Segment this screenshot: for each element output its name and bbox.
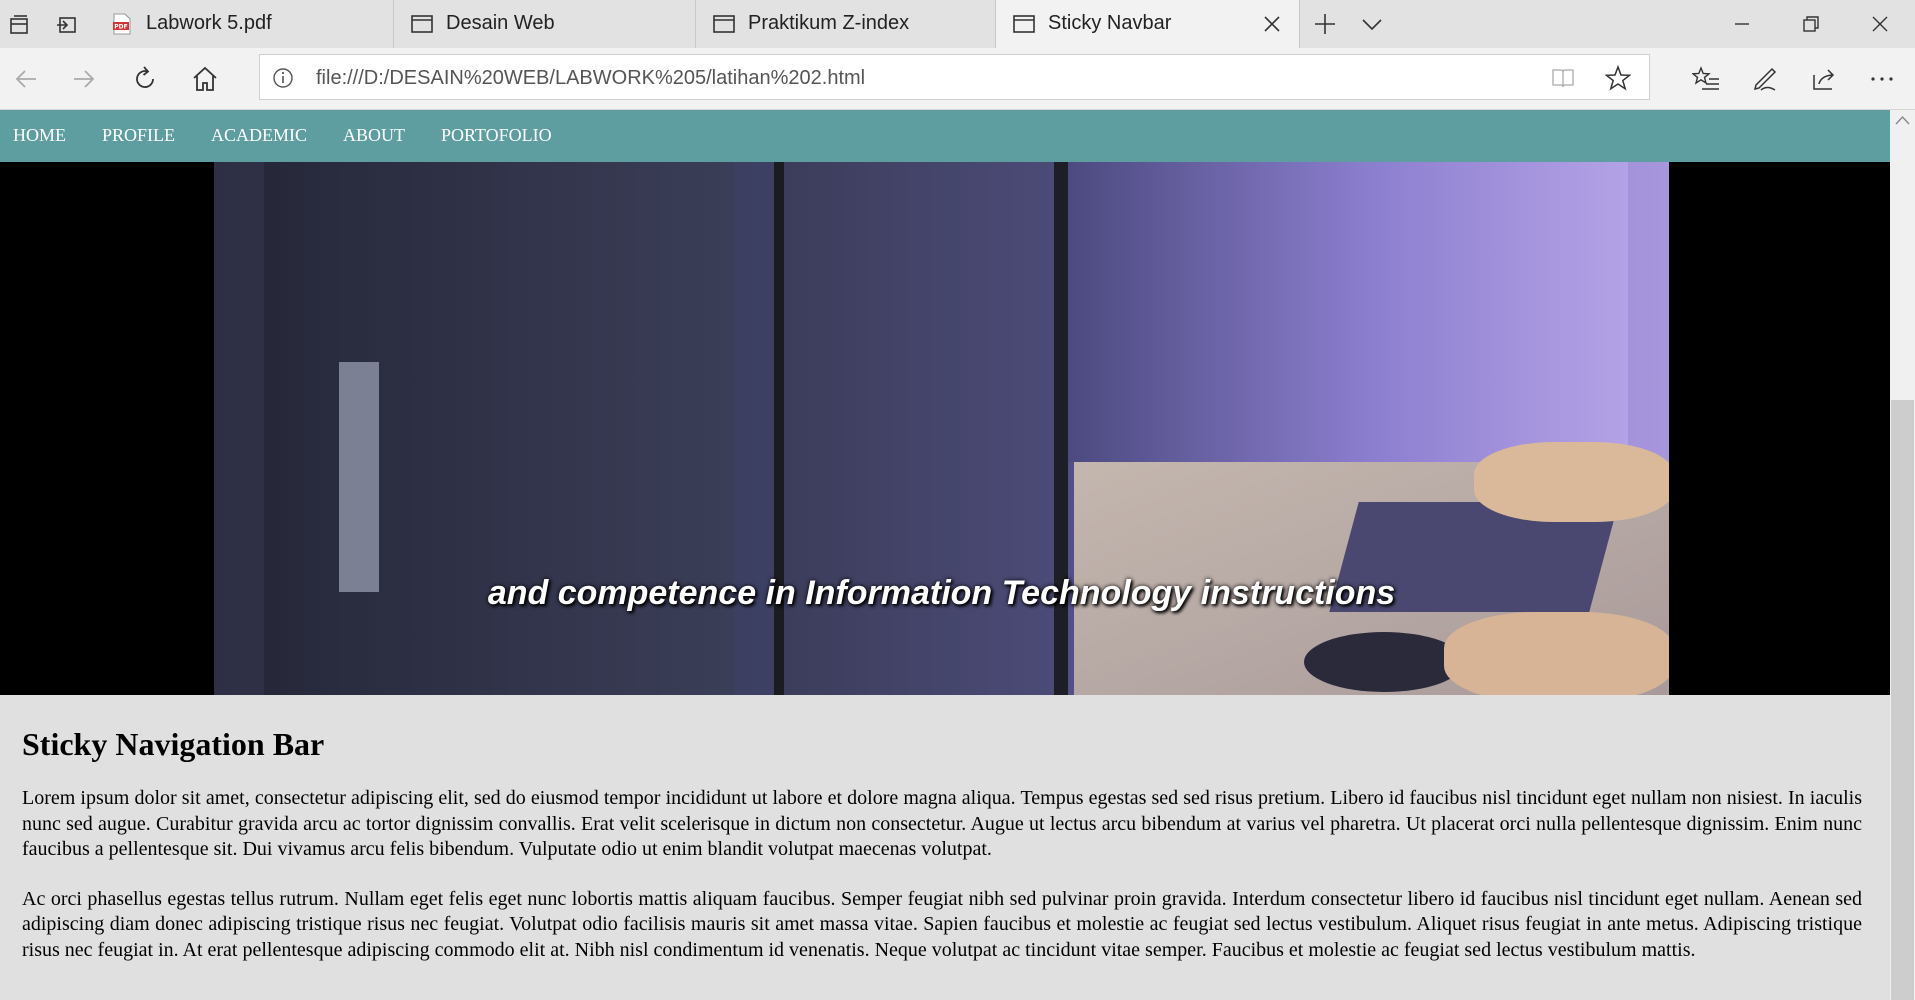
monitor-shape (774, 162, 784, 695)
minimize-icon[interactable] (1730, 12, 1754, 36)
paragraph: Ac orci phasellus egestas tellus rutrum.… (22, 887, 1862, 961)
video-frame: and competence in Information Technology… (214, 162, 1669, 695)
page-icon (411, 15, 433, 33)
tab-label: Desain Web (446, 12, 555, 34)
info-icon[interactable] (272, 67, 294, 89)
address-toolbar: file:///D:/DESAIN%20WEB/LABWORK%205/lati… (0, 48, 1915, 110)
refresh-icon[interactable] (131, 65, 159, 93)
paragraph: Lorem ipsum dolor sit amet, consectetur … (22, 787, 1862, 860)
tab-sticky-navbar[interactable]: Sticky Navbar (996, 0, 1300, 48)
video-player[interactable]: and competence in Information Technology… (0, 162, 1890, 695)
share-icon[interactable] (1810, 65, 1838, 93)
monitor-shape (1054, 162, 1068, 695)
article: Sticky Navigation Bar Lorem ipsum dolor … (22, 726, 1862, 963)
page-title: Sticky Navigation Bar (22, 726, 325, 762)
address-bar[interactable]: file:///D:/DESAIN%20WEB/LABWORK%205/lati… (259, 54, 1650, 100)
close-window-icon[interactable] (1868, 12, 1892, 36)
favorite-star-icon[interactable] (1605, 65, 1631, 91)
pen-icon[interactable] (1751, 65, 1779, 93)
hand-shape (1474, 442, 1669, 522)
forward-icon[interactable] (70, 65, 98, 93)
hand-shape (1444, 612, 1669, 695)
monitor-shape (1068, 162, 1628, 462)
nav-link-about[interactable]: ABOUT (343, 125, 405, 146)
nav-link-portofolio[interactable]: PORTOFOLIO (441, 125, 552, 146)
page-icon (1013, 15, 1035, 33)
favorites-icon[interactable] (1692, 65, 1720, 93)
nav-link-home[interactable]: HOME (13, 125, 66, 146)
home-icon[interactable] (191, 65, 219, 93)
monitor-shape (784, 162, 1054, 695)
nav-link-academic[interactable]: ACADEMIC (211, 125, 307, 146)
set-tabs-aside-icon[interactable] (56, 14, 78, 36)
url-text[interactable]: file:///D:/DESAIN%20WEB/LABWORK%205/lati… (316, 67, 865, 90)
new-tab-icon[interactable] (1313, 12, 1337, 36)
scroll-up-icon[interactable] (1894, 114, 1911, 128)
svg-text:PDF: PDF (114, 24, 127, 31)
tab-label: Praktikum Z-index (748, 12, 910, 34)
vertical-scrollbar[interactable] (1890, 110, 1915, 1000)
chevron-down-icon[interactable] (1360, 12, 1384, 36)
tab-label: Sticky Navbar (1048, 12, 1172, 34)
pdf-icon: PDF (113, 13, 131, 35)
tab-list-icon[interactable] (8, 14, 30, 36)
tab-bar: PDF Labwork 5.pdf Desain Web Praktikum Z… (0, 0, 1915, 48)
more-menu-icon[interactable] (1868, 65, 1896, 93)
tab-label: Labwork 5.pdf (146, 12, 272, 34)
nav-link-profile[interactable]: PROFILE (102, 125, 175, 146)
monitor-shape (264, 162, 734, 695)
mouse-shape (1304, 632, 1464, 692)
tab-praktikum-z-index[interactable]: Praktikum Z-index (696, 0, 996, 48)
door-handle-shape (339, 362, 379, 592)
page-icon (713, 15, 735, 33)
close-tab-icon[interactable] (1261, 13, 1283, 35)
video-caption: and competence in Information Technology… (487, 574, 1396, 612)
tab-desain-web[interactable]: Desain Web (394, 0, 696, 48)
restore-icon[interactable] (1799, 12, 1823, 36)
tab-labwork-pdf[interactable]: PDF Labwork 5.pdf (94, 0, 394, 48)
back-icon[interactable] (12, 65, 40, 93)
reading-view-icon[interactable] (1551, 67, 1575, 89)
sticky-navbar: HOME PROFILE ACADEMIC ABOUT PORTOFOLIO (0, 110, 1890, 162)
scrollbar-thumb[interactable] (1891, 400, 1914, 1000)
